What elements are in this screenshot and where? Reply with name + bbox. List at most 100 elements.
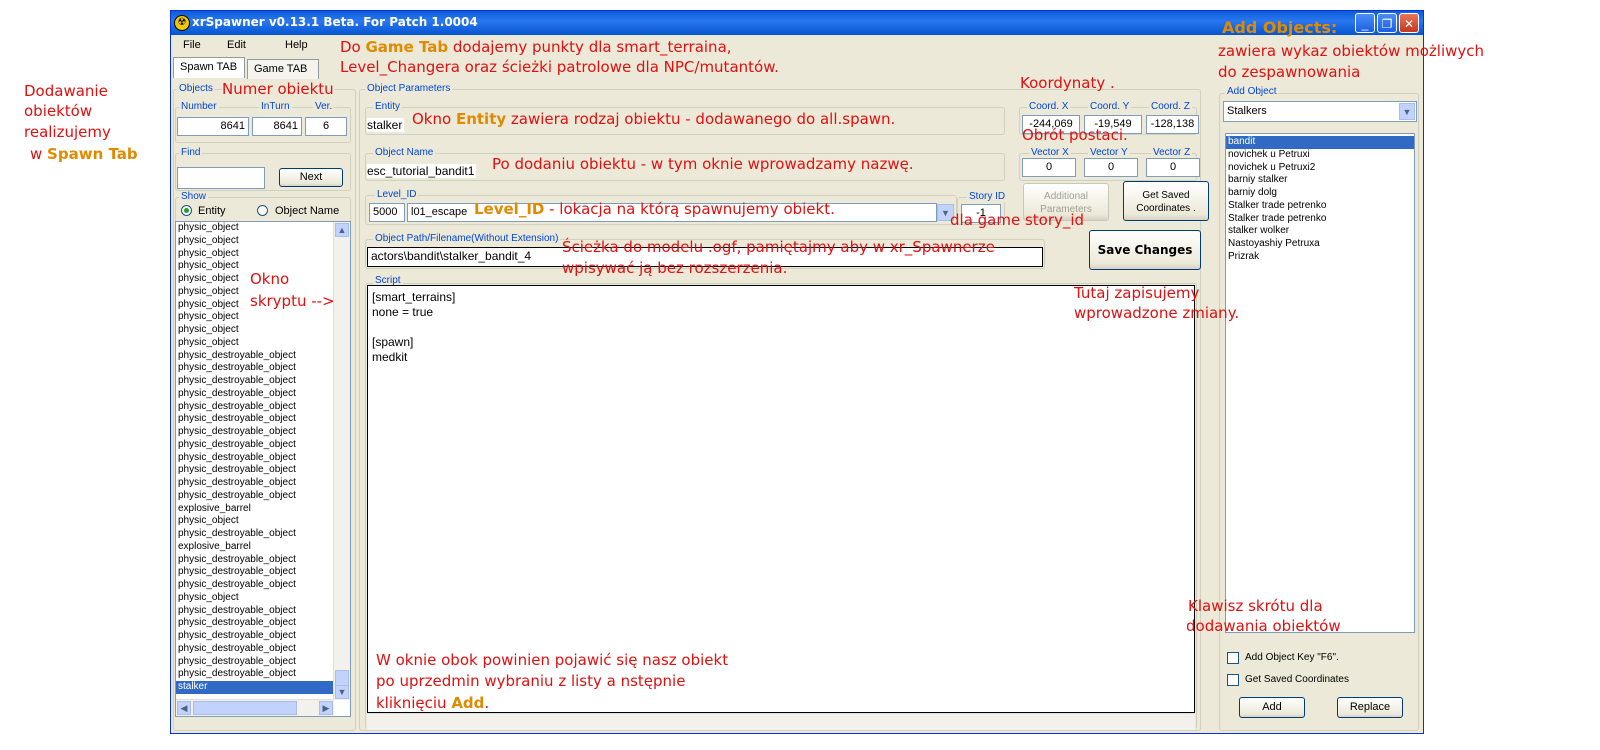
inturn-field[interactable]: 8641 [252,117,302,136]
list-item[interactable]: physic_object [176,592,334,605]
scroll-up-icon[interactable]: ▲ [335,223,349,237]
list-item[interactable]: physic_destroyable_object [176,605,334,618]
level-label: Level_ID [375,189,419,200]
list-item[interactable]: physic_destroyable_object [176,656,334,669]
object-name-field[interactable]: esc_tutorial_bandit1 [367,164,477,178]
add-object-item[interactable]: stalker wolker [1226,225,1414,238]
list-item[interactable]: explosive_barrel [176,503,334,516]
list-item[interactable]: physic_destroyable_object [176,477,334,490]
annotation-path-2: wpisywać ją bez rozszerzenia. [562,259,788,277]
save-changes-button[interactable]: Save Changes [1089,230,1201,270]
script-textarea[interactable]: [smart_terrains] none = true [spawn] medkit [367,285,1195,713]
checkbox-get-saved-coordinates[interactable] [1227,674,1239,686]
add-object-list[interactable]: bandit novichek u Petruxi novichek u Petru… [1225,133,1415,633]
add-object-item[interactable]: bandit [1226,136,1414,149]
number-field[interactable]: 8641 [177,117,249,136]
list-item[interactable]: explosive_barrel [176,541,334,554]
add-object-item[interactable]: barniy dolg [1226,187,1414,200]
menu-help[interactable]: Help [285,39,308,51]
close-icon[interactable]: ✕ [1399,13,1419,33]
annotation-name: Po dodaniu obiektu - w tym oknie wprowad… [492,155,914,173]
list-item[interactable]: physic_object [176,248,334,261]
scroll-right-icon[interactable]: ▶ [319,701,333,715]
params-group-label: Object Parameters [365,83,453,94]
tab-game[interactable]: Game TAB [247,59,319,79]
annotation-game-tab-2: Level_Changera oraz ścieżki patrolowe dl… [340,58,779,76]
menu-file[interactable]: File [183,39,201,51]
ver-field[interactable]: 6 [305,117,347,136]
vector-z-field[interactable]: 0 [1146,158,1200,177]
menu-edit[interactable]: Edit [227,39,246,51]
list-item[interactable]: physic_destroyable_object [176,388,334,401]
list-item[interactable]: physic_object [176,311,334,324]
list-item[interactable]: physic_destroyable_object [176,362,334,375]
list-item[interactable]: physic_destroyable_object [176,579,334,592]
list-item[interactable]: physic_object [176,324,334,337]
radio-entity[interactable] [181,205,192,216]
scroll-thumb[interactable] [193,701,297,715]
list-item[interactable]: physic_destroyable_object [176,401,334,414]
list-item[interactable]: physic_destroyable_object [176,413,334,426]
vector-y-field[interactable]: 0 [1084,158,1138,177]
tab-spawn[interactable]: Spawn TAB [173,57,245,78]
story-label: Story ID [967,191,1008,202]
annotation-level: Level_ID - lokacja na którą spawnujemy o… [474,200,835,218]
add-object-item[interactable]: novichek u Petruxi2 [1226,162,1414,175]
path-label: Object Path/Filename(Without Extension) [373,233,561,244]
annotation-path-1: Ścieżka do modelu .ogf, pamiętajmy aby w… [562,238,995,256]
list-item[interactable]: physic_destroyable_object [176,668,334,681]
maximize-icon[interactable]: ❐ [1377,13,1397,33]
list-item[interactable]: physic_destroyable_object [176,566,334,579]
list-item[interactable]: physic_destroyable_object [176,490,334,503]
add-object-item[interactable]: barniy stalker [1226,174,1414,187]
name-label: Object Name [373,147,436,158]
list-item[interactable]: physic_destroyable_object [176,452,334,465]
find-input[interactable] [177,167,265,189]
objects-list-vscroll[interactable]: ▲ ▼ [333,222,350,700]
scroll-left-icon[interactable]: ◀ [177,701,191,715]
list-item[interactable]: physic_object [176,235,334,248]
minimize-icon[interactable]: _ [1355,13,1375,33]
list-item[interactable]: physic_object [176,222,334,235]
list-item[interactable]: physic_object [176,515,334,528]
get-saved-coordinates-button[interactable]: Get Saved Coordinates . [1123,181,1209,221]
scroll-down-icon[interactable]: ▼ [335,685,349,699]
list-item[interactable]: physic_destroyable_object [176,464,334,477]
list-item[interactable]: physic_destroyable_object [176,617,334,630]
scroll-thumb[interactable] [335,670,349,686]
coord-z-field[interactable]: -128,138 [1146,115,1199,134]
annotation-spawn-tab-3: realizujemy [24,123,111,141]
checkbox-add-object-key-label: Add Object Key "F6". [1245,652,1339,663]
category-select[interactable]: Stalkers [1223,101,1417,122]
list-item[interactable]: physic_destroyable_object [176,375,334,388]
add-button[interactable]: Add [1239,697,1305,718]
entity-field[interactable]: stalker [367,118,405,132]
list-item[interactable]: stalker [176,681,334,694]
list-item[interactable]: physic_destroyable_object [176,630,334,643]
list-item[interactable]: physic_destroyable_object [176,554,334,567]
annotation-add-objects-3: do zespawnowania [1218,63,1361,81]
objects-list-hscroll[interactable]: ◀ ▶ [176,699,334,716]
script-line: none = true [372,305,434,319]
list-item[interactable]: physic_object [176,337,334,350]
chevron-down-icon[interactable]: ▼ [1399,103,1415,120]
list-item[interactable]: physic_destroyable_object [176,426,334,439]
checkbox-add-object-key[interactable] [1227,652,1239,664]
list-item[interactable]: physic_destroyable_object [176,528,334,541]
add-object-item[interactable]: Stalker trade petrenko [1226,200,1414,213]
list-item[interactable]: physic_destroyable_object [176,643,334,656]
add-object-item[interactable]: novichek u Petruxi [1226,149,1414,162]
add-object-item[interactable]: Nastoyashiy Petruxa [1226,238,1414,251]
next-button[interactable]: Next [279,168,343,187]
replace-button[interactable]: Replace [1337,697,1403,718]
add-object-item[interactable]: Prizrak [1226,251,1414,264]
list-item[interactable]: physic_destroyable_object [176,350,334,363]
list-item[interactable]: physic_destroyable_object [176,439,334,452]
script-hscroll[interactable] [367,713,1195,730]
radio-object-name[interactable] [257,205,268,216]
script-line [372,320,1190,335]
level-id-field[interactable]: 5000 [369,203,405,222]
vector-x-field[interactable]: 0 [1022,158,1076,177]
add-object-item[interactable]: Stalker trade petrenko [1226,213,1414,226]
annotation-entity: Okno Entity zawiera rodzaj obiektu - dod… [412,110,896,128]
